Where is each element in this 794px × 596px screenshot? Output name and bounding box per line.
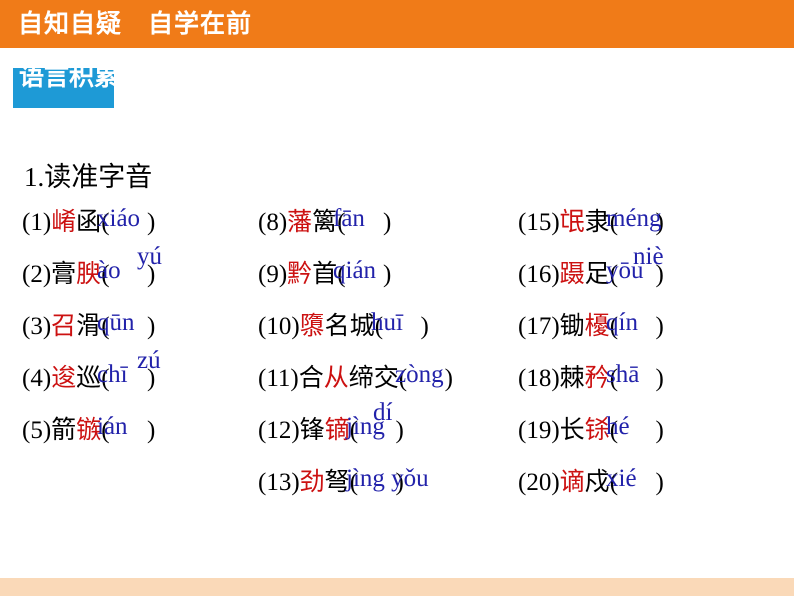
vocab-index: (17): [518, 313, 560, 340]
pinyin-answer: qūn: [97, 309, 135, 336]
vocab-row: (4)逡巡( ) chī: [22, 361, 272, 414]
vocab-char-highlight: 蹑: [559, 261, 585, 288]
vocab-row: (17)锄櫌( ) qín: [518, 309, 794, 362]
section-chip-label: 语言积累: [19, 68, 114, 91]
answer-paren-close: ): [147, 365, 156, 392]
vocab-char-plain: 膏: [51, 261, 77, 288]
pinyin-answer: jìng yǒu: [346, 465, 429, 492]
answer-paren-close: ): [147, 417, 156, 444]
vocab-index: (16): [518, 261, 560, 288]
vocab-char-plain: 名城: [324, 313, 375, 340]
vocab-char-plain: 缔交: [348, 365, 399, 392]
vocab-index: (20): [518, 469, 560, 496]
pinyin-answer: yōu: [606, 257, 644, 284]
vocab-char-highlight: 氓: [559, 209, 585, 236]
answer-paren-close: ): [655, 313, 664, 340]
vocab-index: (5): [22, 417, 52, 444]
vocab-index: (10): [258, 313, 300, 340]
pinyin-answer: qín: [606, 309, 638, 336]
vocab-row: (1)崤函( ) xiáo yú: [22, 205, 272, 270]
pinyin-answer: shā: [606, 361, 640, 388]
answer-paren-close: ): [655, 261, 664, 288]
vocab-char-plain: 箭: [51, 417, 77, 444]
pinyin-answer: xiáo: [97, 205, 141, 232]
pinyin-answer: méng: [606, 205, 662, 232]
page-title: 自知自疑 自学在前: [18, 9, 253, 38]
vocab-index: (18): [518, 365, 560, 392]
vocab-index: (19): [518, 417, 560, 444]
pinyin-answer: ián: [97, 413, 128, 440]
header-bar: 自知自疑 自学在前: [0, 0, 794, 48]
answer-paren-close: ): [655, 365, 664, 392]
pinyin-answer: huī: [371, 309, 403, 336]
vocab-row: (13)劲弩( ) jìng yǒu: [258, 465, 518, 518]
vocab-row: (18)棘矜( ) shā: [518, 361, 794, 414]
answer-paren-close: ): [395, 417, 404, 444]
vocab-char-highlight: 谪: [559, 469, 585, 496]
vocab-char-plain: 棘: [559, 365, 585, 392]
vocab-row: (5)箭镞( ) ián: [22, 413, 272, 466]
vocab-index: (8): [258, 209, 288, 236]
exercise-heading: 1.读准字音: [24, 162, 153, 192]
vocab-char-highlight: 从: [323, 365, 349, 392]
column-right: (15)氓隶( ) méng niè (16)蹑足( ) yōu (17)锄櫌( ) qín…: [518, 205, 794, 518]
answer-paren-close: ): [420, 313, 429, 340]
vocab-row: (15)氓隶( ) méng niè: [518, 205, 794, 270]
vocab-char-highlight: 召: [51, 313, 77, 340]
vocab-index: (3): [22, 313, 52, 340]
pinyin-answer: fān: [333, 205, 365, 232]
section-chip: 语言积累: [13, 68, 114, 108]
pinyin-answer: qián: [333, 257, 377, 284]
vocab-char-plain: 合: [298, 365, 324, 392]
column-left: (1)崤函( ) xiáo yú (2)膏腴( ) ào (3)召滑( ) qūn zú (4)…: [22, 205, 272, 466]
answer-paren-close: ): [383, 209, 392, 236]
answer-paren-close: ): [655, 469, 664, 496]
pinyin-answer: hé: [606, 413, 630, 440]
vocab-row: (20)谪戍( ) xié: [518, 465, 794, 518]
vocab-row: (16)蹑足( ) yōu: [518, 257, 794, 310]
vocab-row: (12)锋镝( ) jìng: [258, 413, 518, 466]
column-middle: (8)藩篱( ) fān (9)黔首( ) qián (10)隳名城( ) huī (11)…: [258, 205, 518, 518]
answer-paren-close: ): [147, 313, 156, 340]
pinyin-answer: zòng: [395, 361, 444, 388]
vocab-index: (9): [258, 261, 288, 288]
vocab-index: (2): [22, 261, 52, 288]
pinyin-answer: chī: [97, 361, 128, 388]
vocab-row: (3)召滑( ) qūn zú: [22, 309, 272, 374]
answer-paren-close: ): [655, 417, 664, 444]
vocab-char-plain: 锋: [299, 417, 325, 444]
pinyin-answer: jìng: [346, 413, 385, 440]
answer-paren-close: ): [147, 261, 156, 288]
vocab-row: (9)黔首( ) qián: [258, 257, 518, 310]
vocab-row: (10)隳名城( ) huī: [258, 309, 518, 362]
vocab-index: (12): [258, 417, 300, 444]
footer-strip: [0, 578, 794, 596]
vocab-char-highlight: 藩: [287, 209, 313, 236]
vocab-row: (11)合从缔交( ) zòng dí: [258, 361, 518, 426]
vocab-char-highlight: 黔: [287, 261, 313, 288]
vocab-row: (2)膏腴( ) ào: [22, 257, 272, 310]
vocab-index: (13): [258, 469, 300, 496]
pinyin-answer: xié: [606, 465, 637, 492]
answer-paren-close: ): [444, 365, 453, 392]
answer-paren-close: ): [383, 261, 392, 288]
vocab-index: (1): [22, 209, 52, 236]
vocab-char-highlight: 劲: [299, 469, 325, 496]
vocab-char-highlight: 崤: [51, 209, 77, 236]
vocab-index: (4): [22, 365, 52, 392]
vocab-row: (8)藩篱( ) fān: [258, 205, 518, 258]
pinyin-answer: ào: [97, 257, 121, 284]
answer-paren-close: ): [147, 209, 156, 236]
vocab-char-highlight: 逡: [51, 365, 77, 392]
vocab-char-plain: 锄: [559, 313, 585, 340]
vocab-row: (19)长铩( ) hé: [518, 413, 794, 466]
vocab-char-plain: 长: [559, 417, 585, 444]
vocab-char-highlight: 隳: [299, 313, 325, 340]
vocab-index: (15): [518, 209, 560, 236]
vocab-index: (11): [258, 365, 299, 392]
